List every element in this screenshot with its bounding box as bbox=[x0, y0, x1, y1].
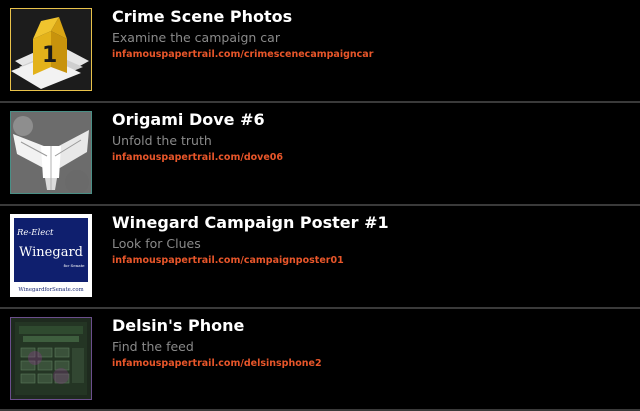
divider bbox=[0, 204, 640, 206]
campaign-poster-thumbnail[interactable]: Re-Elect Winegard for Senate Winegardfor… bbox=[10, 214, 92, 297]
svg-text:WinegardforSenate.com: WinegardforSenate.com bbox=[18, 287, 83, 293]
svg-text:Re-Elect: Re-Elect bbox=[16, 228, 54, 238]
item-link[interactable]: infamouspapertrail.com/delsinsphone2 bbox=[112, 358, 322, 369]
item-link[interactable]: infamouspapertrail.com/dove06 bbox=[112, 152, 283, 163]
svg-text:1: 1 bbox=[42, 43, 57, 68]
item-link[interactable]: infamouspapertrail.com/crimescenecampaig… bbox=[112, 49, 373, 60]
item-title[interactable]: Winegard Campaign Poster #1 bbox=[112, 213, 389, 232]
item-subtitle: Look for Clues bbox=[112, 236, 201, 251]
phone-keypad-icon bbox=[11, 318, 91, 399]
svg-text:Winegard: Winegard bbox=[19, 245, 83, 260]
list-item[interactable]: Delsin's Phone Find the feed infamouspap… bbox=[0, 309, 640, 410]
item-link[interactable]: infamouspapertrail.com/campaignposter01 bbox=[112, 255, 344, 266]
list-item[interactable]: Re-Elect Winegard for Senate Winegardfor… bbox=[0, 206, 640, 307]
divider bbox=[0, 101, 640, 103]
item-title[interactable]: Delsin's Phone bbox=[112, 316, 244, 335]
phone-thumbnail[interactable] bbox=[10, 317, 92, 400]
divider bbox=[0, 307, 640, 309]
clue-list: 1 Crime Scene Photos Examine the campaig… bbox=[0, 0, 640, 411]
crime-scene-thumbnail[interactable]: 1 bbox=[10, 8, 92, 91]
svg-text:for Senate: for Senate bbox=[63, 263, 85, 268]
item-title[interactable]: Origami Dove #6 bbox=[112, 110, 265, 129]
origami-dove-thumbnail[interactable] bbox=[10, 111, 92, 194]
item-subtitle: Unfold the truth bbox=[112, 133, 212, 148]
item-subtitle: Find the feed bbox=[112, 339, 194, 354]
item-title[interactable]: Crime Scene Photos bbox=[112, 7, 292, 26]
campaign-poster-icon: Re-Elect Winegard for Senate Winegardfor… bbox=[12, 216, 90, 295]
list-item[interactable]: Origami Dove #6 Unfold the truth infamou… bbox=[0, 103, 640, 204]
origami-dove-icon bbox=[11, 112, 91, 193]
item-subtitle: Examine the campaign car bbox=[112, 30, 280, 45]
evidence-marker-icon: 1 bbox=[11, 9, 91, 90]
list-item[interactable]: 1 Crime Scene Photos Examine the campaig… bbox=[0, 0, 640, 101]
